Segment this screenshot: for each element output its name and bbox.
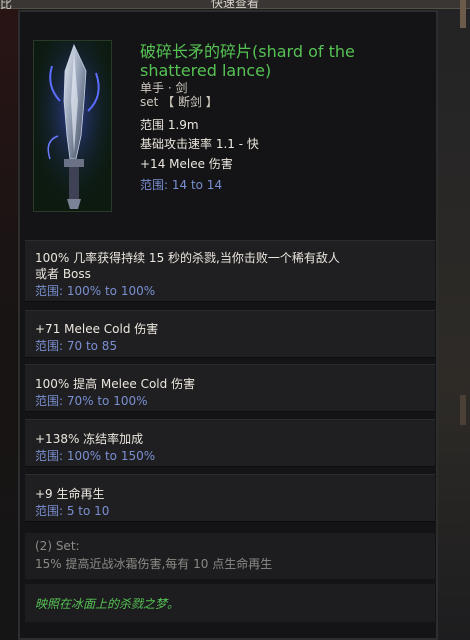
affix-text: +138% 冻结率加成 — [35, 432, 144, 446]
affix-row: +9 生命再生 范围: 5 to 10 — [25, 474, 435, 522]
stat-attack-speed: 基础攻击速率 1.1 - 快 — [140, 137, 259, 151]
set-bonus-text: 15% 提高近战冰霜伤害,每有 10 点生命再生 — [35, 557, 273, 571]
background-left-strip — [0, 0, 18, 640]
affix-range: 范围: 70% to 100% — [35, 394, 148, 408]
affix-row: +71 Melee Cold 伤害 范围: 70 to 85 — [25, 310, 435, 358]
affix-row: 100% 提高 Melee Cold 伤害 范围: 70% to 100% — [25, 364, 435, 412]
affix-range: 范围: 100% to 100% — [35, 284, 156, 298]
affix-text: 100% 提高 Melee Cold 伤害 — [35, 377, 196, 391]
set-bonus-header: (2) Set: — [35, 539, 80, 553]
affix-range: 范围: 5 to 10 — [35, 504, 110, 518]
item-set-name: set 【 断剑 】 — [140, 95, 218, 109]
affix-row: +138% 冻结率加成 范围: 100% to 150% — [25, 419, 435, 467]
flavor-text: 映照在冰面上的杀戮之梦。 — [35, 597, 180, 611]
stat-melee-damage: +14 Melee 伤害 — [140, 157, 233, 171]
affix-text: 或者 Boss — [35, 267, 91, 281]
scrollbar-thumb-top[interactable] — [460, 0, 466, 28]
flavor-text-block: 映照在冰面上的杀戮之梦。 — [25, 584, 435, 622]
affix-row: 100% 几率获得持续 15 秒的杀戮,当你击败一个稀有敌人 或者 Boss 范… — [25, 240, 435, 302]
stat-range: 范围 1.9m — [140, 118, 199, 132]
affix-range: 范围: 70 to 85 — [35, 339, 118, 353]
stat-damage-range: 范围: 14 to 14 — [140, 178, 223, 192]
item-name: 破碎长矛的碎片(shard of the shattered lance) — [140, 42, 355, 80]
affix-text: 100% 几率获得持续 15 秒的杀戮,当你击败一个稀有敌人 — [35, 251, 340, 265]
affix-range: 范围: 100% to 150% — [35, 449, 156, 463]
set-bonus-block: (2) Set: 15% 提高近战冰霜伤害,每有 10 点生命再生 — [25, 533, 435, 579]
sword-icon — [34, 41, 111, 211]
background-right-strip — [436, 0, 470, 640]
affix-text: +9 生命再生 — [35, 487, 105, 501]
scrollbar-thumb-mid[interactable] — [460, 395, 466, 425]
affix-text: +71 Melee Cold 伤害 — [35, 322, 159, 336]
item-image-sword — [33, 40, 112, 212]
